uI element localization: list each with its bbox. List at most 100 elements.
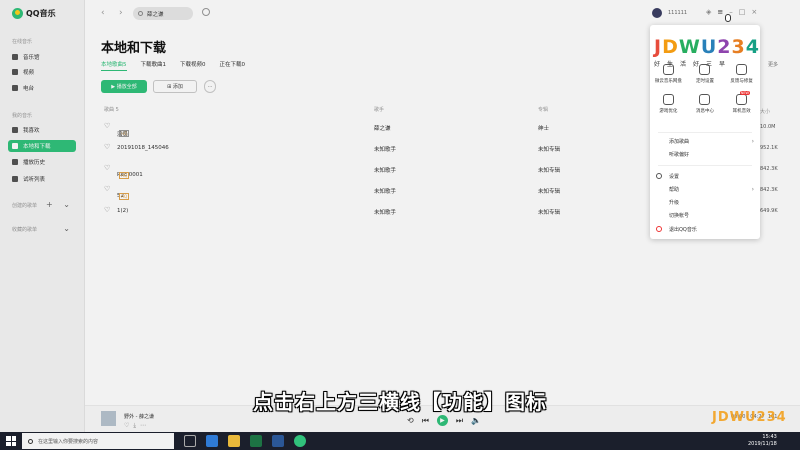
- file-size: 842.3K: [760, 187, 778, 193]
- album[interactable]: 未知专辑: [538, 208, 560, 216]
- search-input[interactable]: 薛之谦: [133, 7, 193, 20]
- more-label[interactable]: 更多: [768, 61, 778, 68]
- explorer-icon[interactable]: [228, 435, 240, 447]
- singer[interactable]: 未知歌手: [374, 208, 396, 216]
- table-row[interactable]: ♡ 演员 HQ MV 薛之谦 绅士: [101, 118, 651, 138]
- sidebar-item-history[interactable]: 播放历史: [8, 156, 76, 168]
- mouse-cursor: [725, 14, 731, 22]
- sidebar-item-radio[interactable]: 电台: [8, 82, 76, 94]
- album[interactable]: 未知专辑: [538, 187, 560, 195]
- singer[interactable]: 未知歌手: [374, 145, 396, 153]
- heart-icon[interactable]: ♡: [104, 185, 110, 193]
- word-icon[interactable]: [272, 435, 284, 447]
- qq-music-logo-icon: [12, 8, 23, 19]
- heart-icon: [12, 127, 18, 133]
- app-logo: QQ音乐: [12, 8, 56, 19]
- menu-message-center[interactable]: 消息中心: [687, 94, 724, 114]
- back-button[interactable]: ‹: [101, 8, 105, 18]
- qq-music-taskbar-icon[interactable]: [294, 435, 306, 447]
- table-row[interactable]: ♡ Rec 0001 HQ 未知歌手 未知专辑: [101, 160, 651, 180]
- singer[interactable]: 薛之谦: [374, 124, 391, 132]
- menu-exit[interactable]: 退出QQ音乐: [650, 223, 760, 235]
- transport-controls: ⟲ ⏮ ▶ ⏭ 🔈: [407, 415, 481, 426]
- file-size: 649.9K: [760, 208, 778, 214]
- menu-add-songs[interactable]: 添加歌曲 ›: [650, 135, 760, 147]
- menu-game-optimize[interactable]: 游戏优化: [650, 94, 687, 114]
- sidebar-item-video[interactable]: 视频: [8, 66, 76, 78]
- collapse-collected-button[interactable]: ⌄: [63, 224, 74, 233]
- page-title: 本地和下载: [101, 41, 167, 56]
- hq-badge: HQ: [119, 193, 130, 200]
- add-button[interactable]: ⊞ 添加: [153, 80, 197, 93]
- windows-start-icon[interactable]: [6, 436, 16, 446]
- avatar[interactable]: [652, 8, 662, 18]
- table-row[interactable]: ♡ 52 HQ 未知歌手 未知专辑: [101, 181, 651, 201]
- menu-upgrade[interactable]: 升级: [650, 196, 760, 208]
- username[interactable]: 111111: [668, 10, 687, 16]
- edge-icon[interactable]: [206, 435, 218, 447]
- next-icon[interactable]: ⏭: [456, 416, 463, 426]
- col-size[interactable]: 大小: [760, 108, 770, 115]
- song-title: 1(2): [117, 208, 129, 214]
- more-button[interactable]: ···: [204, 80, 216, 93]
- tab-downloaded-songs[interactable]: 下载歌曲1: [141, 60, 167, 71]
- heart-icon[interactable]: ♡: [104, 206, 110, 214]
- sidebar-item-music-hall[interactable]: 音乐馆: [8, 51, 76, 63]
- section-collected-playlists: 收藏的歌单 ⌄: [12, 224, 74, 233]
- album[interactable]: 未知专辑: [538, 145, 560, 153]
- col-singer[interactable]: 歌手: [374, 106, 384, 113]
- singer[interactable]: 未知歌手: [374, 166, 396, 174]
- tab-local-songs[interactable]: 本地歌曲5: [101, 60, 127, 71]
- more-icon[interactable]: ⋯: [140, 422, 150, 429]
- feedback-icon: [736, 64, 748, 75]
- taskbar-clock[interactable]: 15:43 2019/11/18: [748, 434, 777, 448]
- volume-icon[interactable]: 🔈: [471, 416, 481, 425]
- power-icon: [656, 226, 662, 232]
- forward-button[interactable]: ›: [119, 8, 123, 18]
- close-icon[interactable]: ×: [751, 8, 757, 16]
- gear-icon: [656, 173, 662, 179]
- player-actions: ♡⤓⋯: [124, 422, 150, 430]
- task-view-icon[interactable]: [184, 435, 196, 447]
- main-menu-icon[interactable]: ≡: [717, 8, 723, 16]
- singer[interactable]: 未知歌手: [374, 187, 396, 195]
- play-all-button[interactable]: ▶ 播放全部: [101, 80, 147, 93]
- play-button[interactable]: ▶: [436, 415, 448, 426]
- album[interactable]: 未知专辑: [538, 166, 560, 174]
- col-song[interactable]: 歌曲 5: [104, 106, 119, 113]
- tab-downloading[interactable]: 正在下载0: [220, 60, 246, 71]
- loop-icon[interactable]: ⟲: [407, 416, 414, 425]
- tabs: 本地歌曲5 下载歌曲1 下载视频0 正在下载0: [101, 60, 245, 71]
- menu-feedback[interactable]: 反馈与修复: [723, 64, 760, 84]
- sidebar-item-local-download[interactable]: 本地和下载: [8, 140, 76, 152]
- menu-listening-preference[interactable]: 听歌偏好: [650, 148, 760, 160]
- heart-icon[interactable]: ♡: [104, 143, 110, 151]
- voice-search-icon[interactable]: [202, 8, 210, 16]
- sidebar-item-trial-list[interactable]: 试听列表: [8, 173, 76, 185]
- heart-icon[interactable]: ♡: [104, 122, 110, 130]
- mv-badge[interactable]: MV: [119, 130, 130, 137]
- previous-icon[interactable]: ⏮: [422, 416, 429, 426]
- menu-help[interactable]: 帮助 ›: [650, 183, 760, 195]
- heart-icon[interactable]: ♡: [124, 422, 133, 429]
- maximize-icon[interactable]: □: [739, 8, 746, 16]
- menu-cloud-disk[interactable]: 微云音乐网盘: [650, 64, 687, 84]
- add-playlist-button[interactable]: + ⌄: [46, 200, 74, 209]
- excel-icon[interactable]: [250, 435, 262, 447]
- tab-downloaded-videos[interactable]: 下载视频0: [180, 60, 206, 71]
- app-name: QQ音乐: [26, 9, 56, 18]
- col-album[interactable]: 专辑: [538, 106, 548, 113]
- menu-headphone-effect[interactable]: NEW 耳机音效: [723, 91, 760, 114]
- search-icon: [28, 438, 33, 444]
- skin-icon[interactable]: ◈: [706, 8, 711, 16]
- album[interactable]: 绅士: [538, 124, 549, 132]
- menu-switch-account[interactable]: 切换帐号: [650, 209, 760, 221]
- menu-quick-grid: 微云音乐网盘 定时设置 反馈与修复 游戏优化 消息中心 NEW 耳机音效: [650, 35, 760, 114]
- sidebar-item-favorites[interactable]: 我喜欢: [8, 124, 76, 136]
- table-row[interactable]: ♡ 1(2) 未知歌手 未知专辑: [101, 202, 651, 222]
- taskbar-search-input[interactable]: 在这里输入你要搜索的内容: [22, 433, 174, 449]
- heart-icon[interactable]: ♡: [104, 164, 110, 172]
- menu-timer[interactable]: 定时设置: [687, 64, 724, 84]
- table-row[interactable]: ♡ 20191018_145046 未知歌手 未知专辑: [101, 139, 651, 159]
- menu-settings[interactable]: 设置: [650, 170, 760, 182]
